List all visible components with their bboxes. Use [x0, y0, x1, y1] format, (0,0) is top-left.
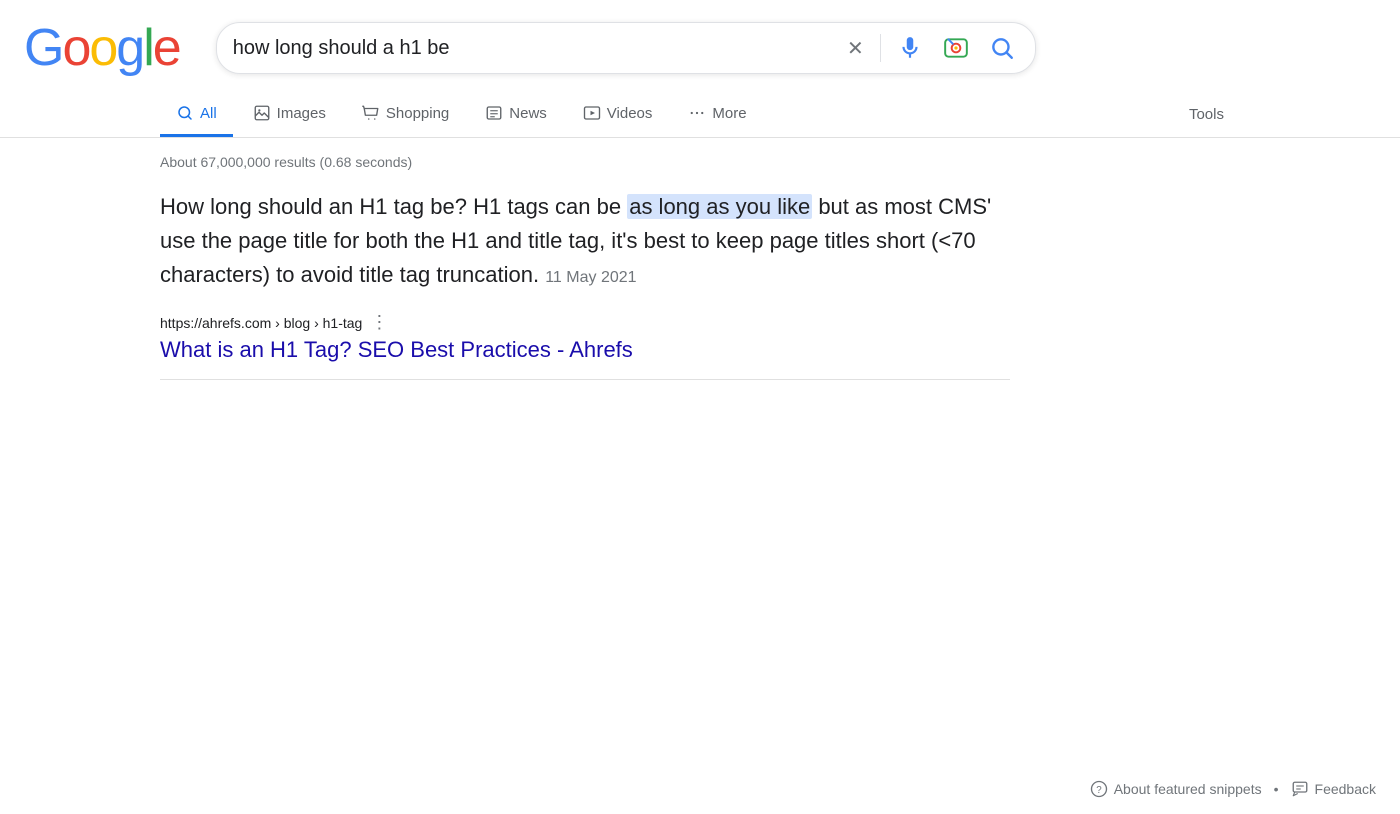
mic-icon — [897, 35, 923, 61]
bottom-bar: ? About featured snippets • Feedback — [1066, 764, 1400, 814]
tab-more[interactable]: More — [672, 92, 762, 137]
result-url-row: https://ahrefs.com › blog › h1-tag ⋮ — [160, 312, 1240, 333]
search-bar[interactable]: how long should a h1 be ✕ — [216, 22, 1036, 74]
tab-videos-label: Videos — [607, 105, 653, 122]
snippet-highlight: as long as you like — [627, 194, 812, 219]
results-count: About 67,000,000 results (0.68 seconds) — [160, 154, 1240, 170]
question-icon: ? — [1090, 780, 1108, 798]
snippet-text-before: How long should an H1 tag be? H1 tags ca… — [160, 194, 627, 219]
search-input[interactable]: how long should a h1 be — [233, 37, 835, 60]
more-tab-icon — [688, 104, 706, 122]
result-url-menu-icon[interactable]: ⋮ — [370, 312, 388, 333]
feedback-button[interactable]: Feedback — [1291, 780, 1376, 798]
logo-letter-g2: g — [116, 18, 143, 78]
tools-label: Tools — [1189, 106, 1224, 123]
images-tab-icon — [253, 104, 271, 122]
header: G o o g l e how long should a h1 be ✕ — [0, 0, 1400, 78]
clear-icon: ✕ — [847, 36, 864, 61]
tab-videos[interactable]: Videos — [567, 92, 669, 137]
tab-images[interactable]: Images — [237, 92, 342, 137]
logo-letter-o2: o — [89, 18, 116, 78]
all-tab-icon — [176, 104, 194, 122]
lens-button[interactable] — [939, 31, 973, 65]
logo-letter-l: l — [143, 18, 153, 78]
search-button[interactable] — [985, 31, 1019, 65]
divider — [880, 34, 881, 62]
result-title-link[interactable]: What is an H1 Tag? SEO Best Practices - … — [160, 337, 1240, 363]
search-icons: ✕ — [843, 31, 1019, 65]
tab-all-label: All — [200, 105, 217, 122]
mic-button[interactable] — [893, 31, 927, 65]
snippet-date: 11 May 2021 — [545, 269, 636, 286]
svg-text:?: ? — [1096, 785, 1102, 796]
videos-tab-icon — [583, 104, 601, 122]
tab-shopping-label: Shopping — [386, 105, 449, 122]
google-logo[interactable]: G o o g l e — [24, 18, 180, 78]
search-tabs: All Images Shopping News — [0, 84, 1400, 138]
logo-letter-e: e — [153, 18, 180, 78]
lens-icon — [943, 35, 969, 61]
snippet-text: How long should an H1 tag be? H1 tags ca… — [160, 190, 1010, 292]
clear-button[interactable]: ✕ — [843, 32, 868, 65]
tab-shopping[interactable]: Shopping — [346, 92, 465, 137]
logo-letter-o1: o — [62, 18, 89, 78]
tab-images-label: Images — [277, 105, 326, 122]
feedback-label: Feedback — [1315, 781, 1376, 797]
about-snippets[interactable]: ? About featured snippets — [1090, 780, 1262, 798]
feedback-icon — [1291, 780, 1309, 798]
news-tab-icon — [485, 104, 503, 122]
tab-news[interactable]: News — [469, 92, 563, 137]
search-icon — [989, 35, 1015, 61]
logo-letter-g: G — [24, 18, 62, 78]
results-area: About 67,000,000 results (0.68 seconds) … — [0, 138, 1400, 363]
result-url-text: https://ahrefs.com › blog › h1-tag — [160, 315, 362, 331]
shopping-tab-icon — [362, 104, 380, 122]
separator: • — [1274, 781, 1279, 797]
tab-all[interactable]: All — [160, 92, 233, 137]
tab-news-label: News — [509, 105, 547, 122]
tools-tab[interactable]: Tools — [1173, 94, 1240, 135]
about-snippets-label: About featured snippets — [1114, 781, 1262, 797]
featured-snippet: How long should an H1 tag be? H1 tags ca… — [160, 190, 1010, 292]
tab-more-label: More — [712, 105, 746, 122]
bottom-rule — [160, 379, 1010, 380]
